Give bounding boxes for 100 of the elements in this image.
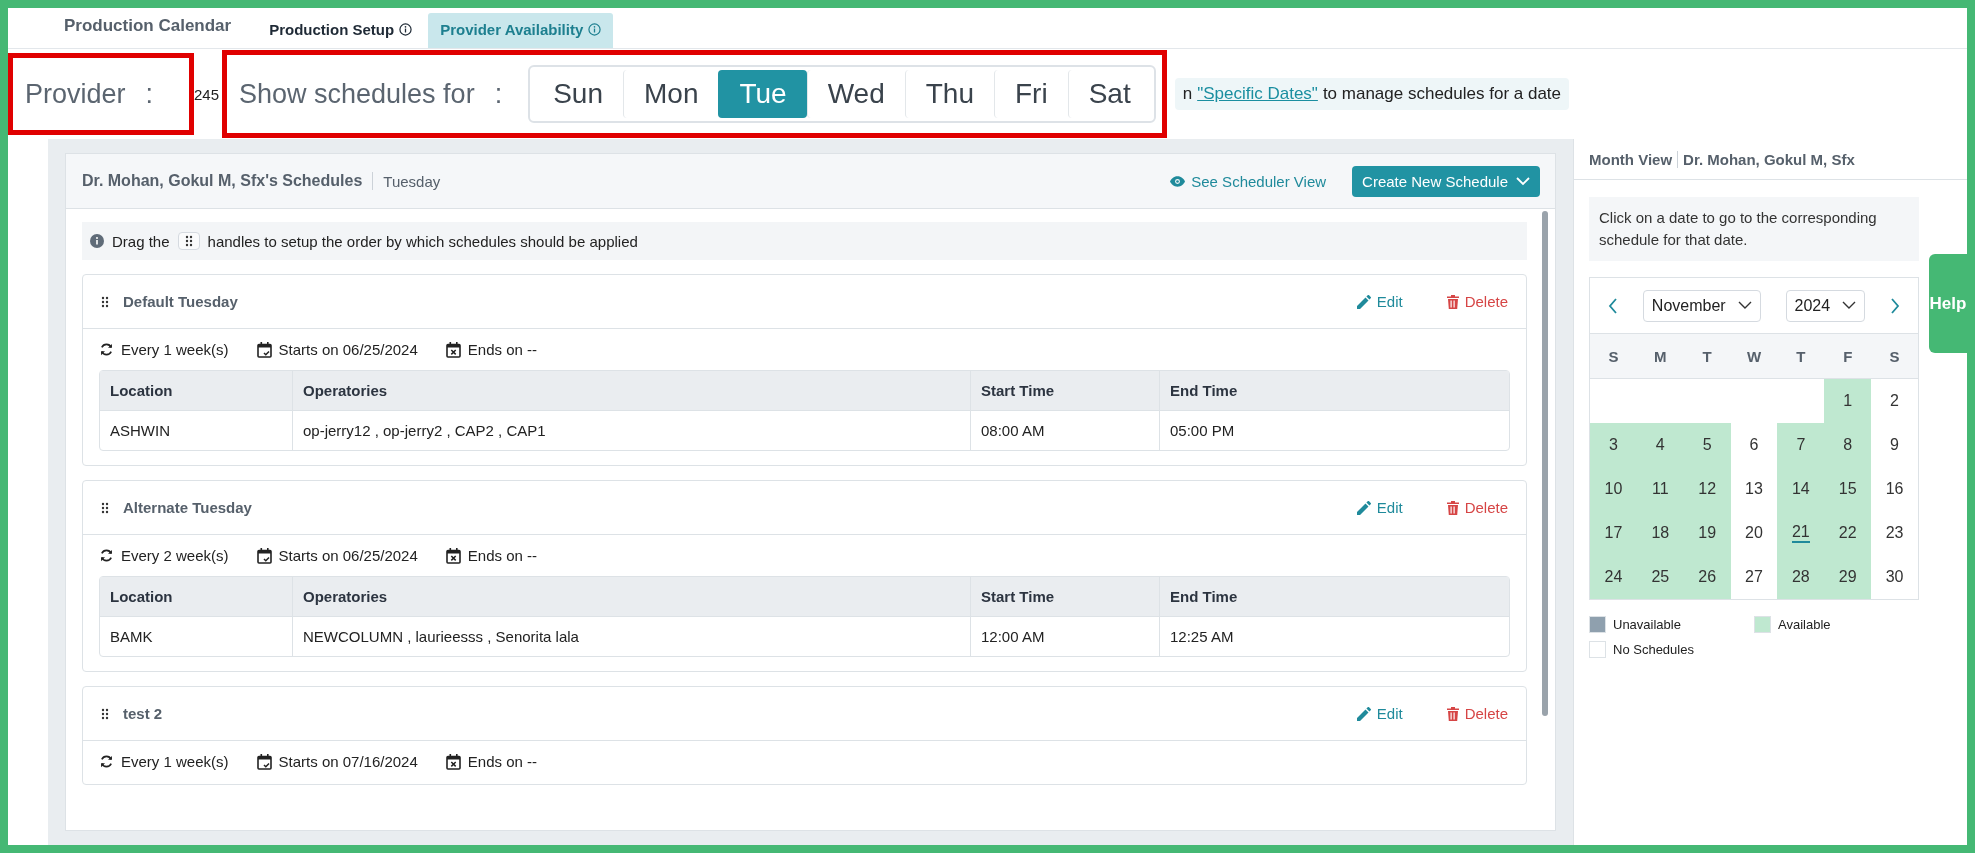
repeat-icon bbox=[99, 754, 114, 769]
weekday-label: T bbox=[1701, 347, 1713, 365]
calendar-day[interactable]: 1 bbox=[1824, 379, 1872, 423]
calendar-day[interactable]: 4 bbox=[1636, 423, 1684, 467]
info-icon bbox=[399, 23, 413, 36]
calendar-day[interactable]: 24 bbox=[1590, 555, 1637, 599]
legend-label: Available bbox=[1778, 617, 1831, 632]
calendar-day[interactable]: 7 bbox=[1777, 423, 1825, 467]
calendar-day[interactable]: 17 bbox=[1590, 511, 1637, 555]
schedules-title: Dr. Mohan, Gokul M, Sfx's Schedules bbox=[82, 172, 374, 190]
info-icon bbox=[90, 234, 104, 248]
column-header: End Time bbox=[1159, 371, 1509, 410]
schedule-name: Alternate Tuesday bbox=[123, 499, 252, 516]
calendar-day[interactable]: 21 bbox=[1777, 511, 1825, 555]
drag-handle-icon[interactable] bbox=[101, 707, 109, 720]
hint-text: n bbox=[1182, 84, 1193, 104]
delete-link[interactable]: Delete bbox=[1446, 705, 1508, 722]
info-text: handles to setup the order by which schedules should be applied bbox=[207, 232, 638, 250]
calendar-day[interactable]: 25 bbox=[1636, 555, 1684, 599]
trash-icon bbox=[1446, 500, 1459, 515]
calendar-day[interactable]: 3 bbox=[1590, 423, 1637, 467]
day-button[interactable]: Tue bbox=[718, 70, 807, 118]
start-date-text: Starts on 06/25/2024 bbox=[278, 341, 418, 358]
drag-handle-icon[interactable] bbox=[101, 501, 109, 514]
calendar-day[interactable]: 29 bbox=[1824, 555, 1872, 599]
calendar-day[interactable]: 15 bbox=[1824, 467, 1872, 511]
calendar-day[interactable]: 5 bbox=[1683, 423, 1731, 467]
calendar-day[interactable]: 12 bbox=[1683, 467, 1731, 511]
calendar-day[interactable]: 11 bbox=[1636, 467, 1684, 511]
calendar-day[interactable]: 14 bbox=[1777, 467, 1825, 511]
repeat-text: Every 1 week(s) bbox=[121, 753, 229, 770]
calendar-check-icon bbox=[256, 341, 272, 358]
delete-link[interactable]: Delete bbox=[1446, 499, 1508, 516]
legend-label: No Schedules bbox=[1613, 642, 1694, 657]
year-select[interactable]: 2024 bbox=[1785, 289, 1866, 322]
trash-icon bbox=[1446, 294, 1459, 309]
info-text: Drag the bbox=[112, 232, 170, 250]
calendar-day[interactable]: 26 bbox=[1683, 555, 1731, 599]
chevron-down-icon bbox=[1737, 301, 1752, 310]
tab[interactable]: Provider Availability bbox=[428, 13, 614, 48]
table-cell-text: ASHWIN bbox=[109, 421, 171, 441]
chevron-down-icon bbox=[1516, 176, 1530, 186]
table-cell: op-jerry12 , op-jerry2 , CAP2 , CAP1 bbox=[292, 411, 970, 450]
repeat-icon bbox=[99, 548, 114, 563]
calendar-day[interactable]: 28 bbox=[1777, 555, 1825, 599]
pencil-icon bbox=[1356, 294, 1371, 309]
tab[interactable]: Production Setup bbox=[257, 13, 425, 48]
day-button[interactable]: Sun bbox=[533, 70, 623, 118]
table-cell: 12:00 AM bbox=[970, 617, 1159, 656]
weekday-label: W bbox=[1745, 347, 1763, 365]
column-header: Location bbox=[109, 587, 174, 607]
scrollbar[interactable] bbox=[1542, 211, 1548, 716]
repeat-text: Every 1 week(s) bbox=[121, 341, 229, 358]
end-date-text: Ends on -- bbox=[467, 341, 537, 358]
colon: : bbox=[494, 78, 503, 110]
colon: : bbox=[145, 78, 154, 110]
calendar-check-icon bbox=[256, 547, 272, 564]
day-button[interactable]: Wed bbox=[806, 70, 905, 118]
create-schedule-button[interactable]: Create New Schedule bbox=[1352, 165, 1540, 197]
schedule-name: Default Tuesday bbox=[123, 293, 238, 310]
schedule-name: test 2 bbox=[123, 705, 163, 722]
provider-label: Provider bbox=[25, 78, 126, 110]
column-header: Start Time bbox=[970, 371, 1159, 410]
calendar-day[interactable]: 8 bbox=[1824, 423, 1872, 467]
chevron-right-icon[interactable] bbox=[1890, 297, 1900, 314]
weekday-label: S bbox=[1607, 347, 1620, 365]
edit-link[interactable]: Edit bbox=[1356, 499, 1403, 516]
table-cell: 12:25 AM bbox=[1159, 617, 1509, 656]
calendar-x-icon bbox=[445, 753, 461, 770]
scheduler-view-link[interactable]: See Scheduler View bbox=[1170, 172, 1327, 190]
calendar-day[interactable]: 10 bbox=[1590, 467, 1637, 511]
weekday-label: T bbox=[1795, 347, 1807, 365]
calendar-day[interactable]: 22 bbox=[1824, 511, 1872, 555]
drag-handle-icon[interactable] bbox=[101, 295, 109, 308]
month-select[interactable]: November bbox=[1642, 289, 1761, 322]
table-cell: 08:00 AM bbox=[970, 411, 1159, 450]
edit-link[interactable]: Edit bbox=[1356, 293, 1403, 310]
day-label: Tuesday bbox=[382, 172, 441, 190]
day-button[interactable]: Thu bbox=[904, 70, 994, 118]
page-title: Production Calendar bbox=[64, 16, 232, 37]
day-button[interactable]: Fri bbox=[994, 70, 1068, 118]
edit-link[interactable]: Edit bbox=[1356, 705, 1403, 722]
specific-dates-link[interactable]: "Specific Dates" bbox=[1197, 84, 1318, 104]
calendar-x-icon bbox=[445, 341, 461, 358]
calendar-x-icon bbox=[445, 547, 461, 564]
calendar-day[interactable]: 18 bbox=[1636, 511, 1684, 555]
calendar-day[interactable]: 19 bbox=[1683, 511, 1731, 555]
delete-link[interactable]: Delete bbox=[1446, 293, 1508, 310]
column-header: Operatories bbox=[292, 371, 970, 410]
pencil-icon bbox=[1356, 500, 1371, 515]
start-date-text: Starts on 07/16/2024 bbox=[278, 753, 418, 770]
chevron-left-icon[interactable] bbox=[1608, 297, 1618, 314]
column-header: End Time bbox=[1159, 577, 1509, 616]
pencil-icon bbox=[1356, 706, 1371, 721]
trash-icon bbox=[1446, 706, 1459, 721]
drag-handle-icon bbox=[177, 232, 200, 250]
table-cell-text: BAMK bbox=[109, 627, 154, 647]
column-header: Location bbox=[109, 381, 174, 401]
eye-icon bbox=[1170, 175, 1186, 187]
day-button[interactable]: Sat bbox=[1067, 70, 1151, 118]
